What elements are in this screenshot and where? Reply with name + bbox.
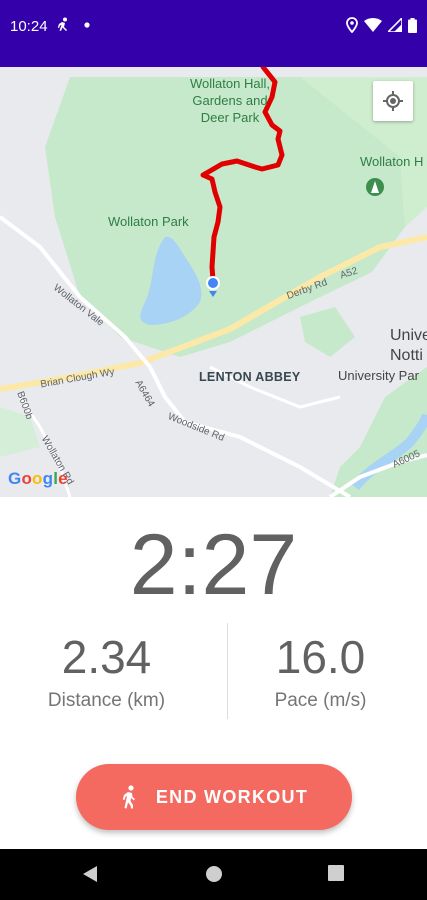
map-label-wollaton-top-right[interactable]: Wollaton H [360,153,423,170]
cell-signal-icon [388,18,402,32]
end-workout-button[interactable]: END WORKOUT [76,764,352,830]
back-icon[interactable] [82,865,98,883]
my-location-button[interactable] [373,81,413,121]
pace-value: 16.0 [275,631,366,683]
map-label-wollaton-park[interactable]: Wollaton Park [108,213,189,230]
notification-dot-icon [84,22,90,28]
status-time: 10:24 [10,18,48,35]
my-location-icon [383,91,403,111]
status-bar: 10:24 [0,0,427,67]
google-logo: Google [8,469,68,488]
running-icon [57,17,67,31]
map-label-university-2[interactable]: Notti [390,347,423,364]
location-pin-icon [346,17,358,33]
map-label-university-park[interactable]: University Par [338,367,419,384]
distance-label: Distance (km) [47,690,166,711]
pace-stat: 16.0 Pace (m/s) [214,628,427,712]
end-workout-label: END WORKOUT [155,786,309,807]
map-label-wollaton-hall[interactable]: Wollaton Hall, Gardens and Deer Park [190,75,270,126]
map-label-lenton-abbey: LENTON ABBEY [199,370,301,384]
distance-stat: 2.34 Distance (km) [0,628,213,712]
walking-icon [122,785,135,809]
status-left-icons [56,17,90,33]
battery-icon [408,17,417,33]
home-icon[interactable] [205,865,223,883]
current-location-marker [206,276,220,290]
navigation-bar [0,849,427,900]
pace-label: Pace (m/s) [274,690,367,711]
status-right-icons [346,17,417,33]
recents-icon[interactable] [328,865,344,881]
map-label-university-1[interactable]: Unive [390,327,427,344]
workout-timer: 2:27 [129,517,298,613]
wifi-icon [364,18,382,32]
distance-value: 2.34 [61,631,152,683]
map-view[interactable]: Wollaton Hall, Gardens and Deer Park Wol… [0,67,427,497]
